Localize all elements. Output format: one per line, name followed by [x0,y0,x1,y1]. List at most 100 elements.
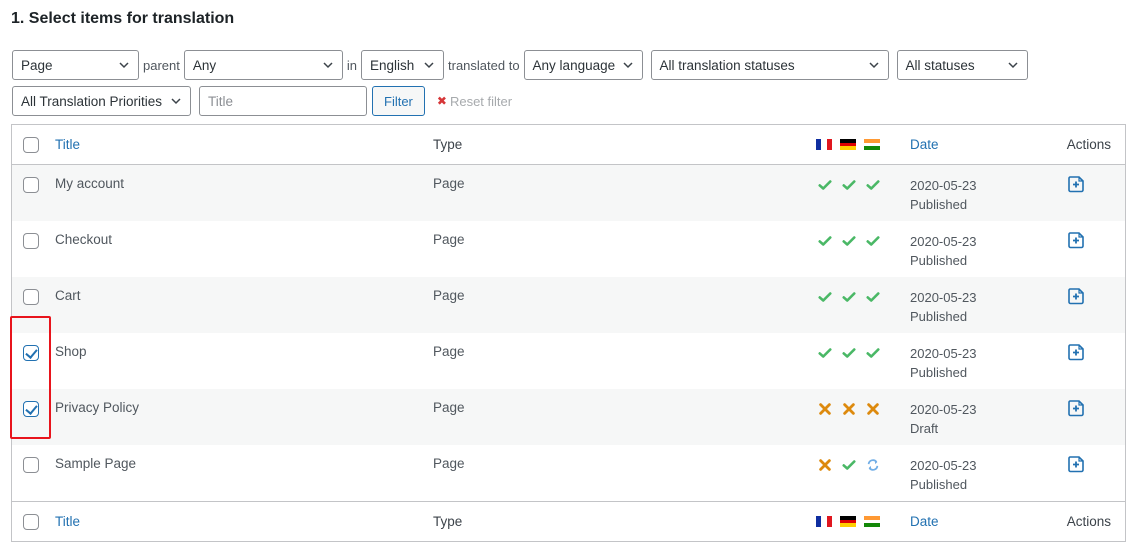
actions-column-footer: Actions [1066,514,1111,529]
select-all-checkbox-footer[interactable] [23,514,39,530]
translation-status-icons [817,233,881,249]
chevron-down-icon [424,62,434,69]
language-flags-footer [816,516,880,528]
row-type: Page [433,288,465,303]
table-row: My account Page 2020-05-23 Published [12,165,1125,221]
row-checkbox[interactable] [23,345,39,361]
type-column-footer: Type [433,514,463,529]
add-to-basket-icon[interactable] [1067,287,1085,305]
translation-status-icons [817,457,881,473]
row-date-value: 2020-05-23 [910,458,977,473]
add-to-basket-icon[interactable] [1067,231,1085,249]
row-post-status: Published [910,477,968,492]
row-post-status: Published [910,309,968,324]
table-row: Privacy Policy Page 2020-05-23 Draft [12,389,1125,445]
parent-label: parent [143,57,180,73]
cross-icon[interactable] [841,401,857,417]
close-icon: ✖ [436,94,447,108]
row-title: Sample Page [55,456,137,471]
row-checkbox[interactable] [23,457,39,473]
sync-icon[interactable] [865,457,881,473]
cross-icon[interactable] [817,401,833,417]
items-table: Title Type Date Actions My account Page … [11,124,1126,542]
date-column-header[interactable]: Date [910,137,939,152]
reset-filter-link[interactable]: ✖ Reset filter [437,94,512,109]
row-date-value: 2020-05-23 [910,178,977,193]
check-icon[interactable] [841,177,857,193]
check-icon[interactable] [817,289,833,305]
row-date-value: 2020-05-23 [910,402,977,417]
chevron-down-icon [1008,62,1018,69]
title-column-header[interactable]: Title [55,137,80,152]
chevron-down-icon [623,62,633,69]
chevron-down-icon [171,98,181,105]
row-checkbox[interactable] [23,177,39,193]
row-post-status: Published [910,365,968,380]
language-flags-header [816,139,880,151]
source-language-value: English [370,57,415,73]
row-post-status: Published [910,197,968,212]
table-row: Sample Page Page 2020-05-23 Published [12,445,1125,501]
priority-select[interactable]: All Translation Priorities [12,86,191,116]
actions-column-header: Actions [1066,137,1111,152]
add-to-basket-icon[interactable] [1067,399,1085,417]
row-date-value: 2020-05-23 [910,234,977,249]
check-icon[interactable] [817,233,833,249]
check-icon[interactable] [817,177,833,193]
title-search-placeholder: Title [208,93,234,109]
type-column-header: Type [433,137,463,152]
parent-select[interactable]: Any [183,50,343,80]
table-header: Title Type Date Actions [12,125,1125,165]
india-flag-icon [864,139,880,151]
chevron-down-icon [119,62,129,69]
row-type: Page [433,400,465,415]
check-icon[interactable] [841,457,857,473]
translation-status-value: All translation statuses [659,57,795,73]
check-icon[interactable] [841,289,857,305]
target-language-select[interactable]: Any language [523,50,643,80]
translation-status-select[interactable]: All translation statuses [650,50,889,80]
select-all-checkbox[interactable] [23,137,39,153]
check-icon[interactable] [865,345,881,361]
row-title: Cart [55,288,81,303]
check-icon[interactable] [865,177,881,193]
table-row: Checkout Page 2020-05-23 Published [12,221,1125,277]
priority-select-value: All Translation Priorities [21,93,163,109]
title-search-input[interactable]: Title [199,86,367,116]
row-checkbox[interactable] [23,289,39,305]
filter-button[interactable]: Filter [372,86,425,116]
translation-status-icons [817,177,881,193]
add-to-basket-icon[interactable] [1067,175,1085,193]
cross-icon[interactable] [817,457,833,473]
table-row: Cart Page 2020-05-23 Published [12,277,1125,333]
check-icon[interactable] [865,233,881,249]
section-heading: 1. Select items for translation [11,10,235,27]
check-icon[interactable] [865,289,881,305]
type-select-value: Page [21,57,53,73]
date-column-footer[interactable]: Date [910,514,939,529]
title-column-footer[interactable]: Title [55,514,80,529]
row-title: Shop [55,344,87,359]
row-checkbox[interactable] [23,401,39,417]
filters-row-1: Page parent Any in English translated to… [12,50,1028,80]
row-date: 2020-05-23 Published [910,288,977,326]
row-title: Checkout [55,232,113,247]
row-type: Page [433,456,465,471]
india-flag-icon [864,516,880,528]
filters-row-2: All Translation Priorities Title Filter … [12,86,512,116]
post-status-select[interactable]: All statuses [896,50,1028,80]
parent-select-value: Any [192,57,217,73]
check-icon[interactable] [841,233,857,249]
germany-flag-icon [840,139,856,151]
cross-icon[interactable] [865,401,881,417]
source-language-select[interactable]: English [361,50,444,80]
row-type: Page [433,344,465,359]
check-icon[interactable] [817,345,833,361]
add-to-basket-icon[interactable] [1067,455,1085,473]
add-to-basket-icon[interactable] [1067,343,1085,361]
type-select[interactable]: Page [12,50,139,80]
translation-status-icons [817,401,881,417]
translated-to-label: translated to [448,57,520,73]
check-icon[interactable] [841,345,857,361]
row-checkbox[interactable] [23,233,39,249]
